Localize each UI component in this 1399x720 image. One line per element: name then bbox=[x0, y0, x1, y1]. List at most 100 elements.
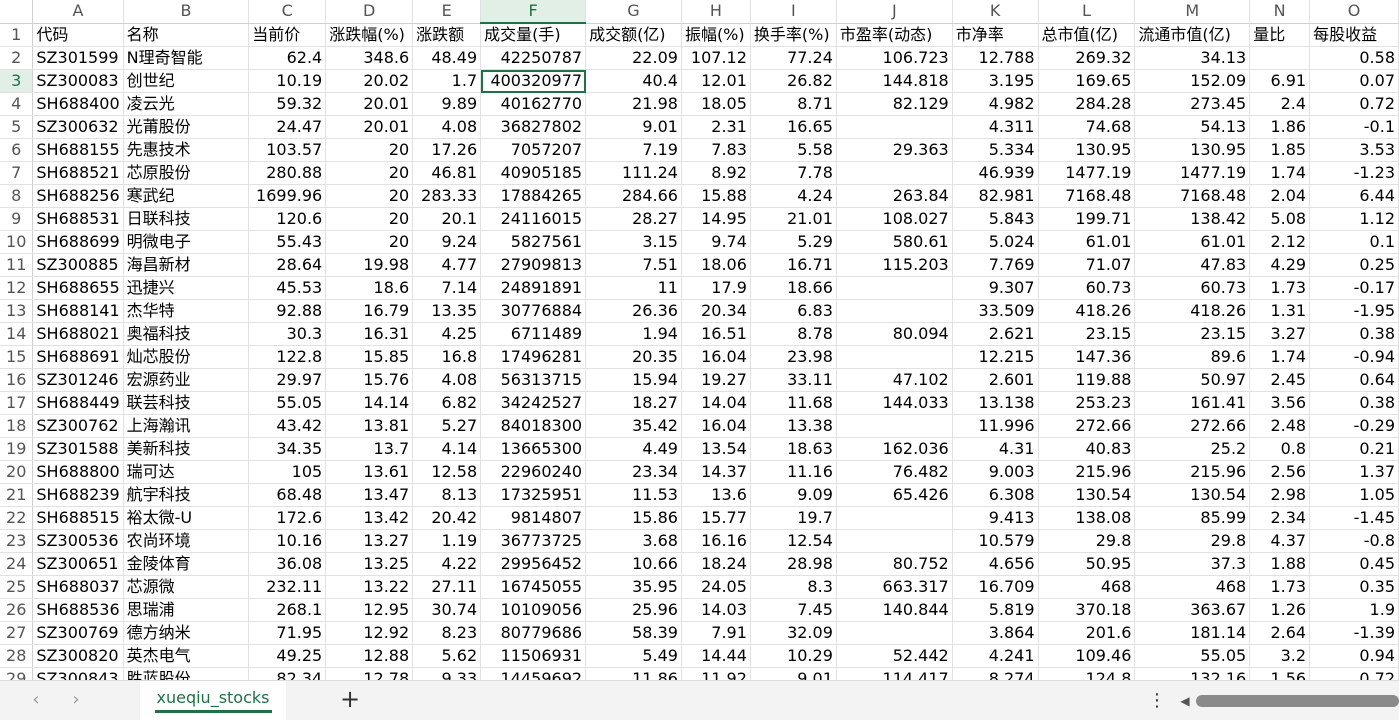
cell-m29[interactable]: 132.16 bbox=[1134, 667, 1251, 680]
cell-h10[interactable]: 9.74 bbox=[681, 230, 751, 254]
cell-a23[interactable]: SZ300536 bbox=[32, 529, 124, 553]
cell-e2[interactable]: 48.49 bbox=[412, 46, 482, 70]
cell-k14[interactable]: 2.621 bbox=[952, 322, 1039, 346]
cell-a6[interactable]: SH688155 bbox=[32, 138, 124, 162]
cell-b17[interactable]: 联芸科技 bbox=[123, 391, 250, 415]
row-header[interactable]: 13 bbox=[0, 299, 34, 323]
cell-g16[interactable]: 15.94 bbox=[585, 368, 682, 392]
cell-o29[interactable]: 0.72 bbox=[1309, 667, 1399, 680]
cell-g20[interactable]: 23.34 bbox=[585, 460, 682, 484]
cell-e20[interactable]: 12.58 bbox=[412, 460, 482, 484]
cell-i24[interactable]: 28.98 bbox=[750, 552, 837, 576]
cell-h20[interactable]: 14.37 bbox=[681, 460, 751, 484]
cell-k5[interactable]: 4.311 bbox=[952, 115, 1039, 139]
cell-i21[interactable]: 9.09 bbox=[750, 483, 837, 507]
cell-d25[interactable]: 13.22 bbox=[325, 575, 414, 599]
cell-n17[interactable]: 3.56 bbox=[1249, 391, 1311, 415]
column-header-b[interactable]: B bbox=[123, 0, 250, 24]
cell-i1[interactable]: 换手率(%) bbox=[750, 23, 837, 47]
cell-j18[interactable] bbox=[836, 414, 953, 438]
cell-h14[interactable]: 16.51 bbox=[681, 322, 751, 346]
cell-o19[interactable]: 0.21 bbox=[1309, 437, 1399, 461]
cell-h9[interactable]: 14.95 bbox=[681, 207, 751, 231]
cell-k16[interactable]: 2.601 bbox=[952, 368, 1039, 392]
cell-h13[interactable]: 20.34 bbox=[681, 299, 751, 323]
cell-k8[interactable]: 82.981 bbox=[952, 184, 1039, 208]
cell-a8[interactable]: SH688256 bbox=[32, 184, 124, 208]
cell-d29[interactable]: 12.78 bbox=[325, 667, 414, 680]
cell-m6[interactable]: 130.95 bbox=[1134, 138, 1251, 162]
cell-a24[interactable]: SZ300651 bbox=[32, 552, 124, 576]
cell-d12[interactable]: 18.6 bbox=[325, 276, 414, 300]
cell-f11[interactable]: 27909813 bbox=[480, 253, 587, 277]
cell-g2[interactable]: 22.09 bbox=[585, 46, 682, 70]
cell-b25[interactable]: 芯源微 bbox=[123, 575, 250, 599]
cell-a2[interactable]: SZ301599 bbox=[32, 46, 124, 70]
cell-a15[interactable]: SH688691 bbox=[32, 345, 124, 369]
cell-j17[interactable]: 144.033 bbox=[836, 391, 953, 415]
cell-i29[interactable]: 9.01 bbox=[750, 667, 837, 680]
cell-k6[interactable]: 5.334 bbox=[952, 138, 1039, 162]
cell-h15[interactable]: 16.04 bbox=[681, 345, 751, 369]
cell-f8[interactable]: 17884265 bbox=[480, 184, 587, 208]
cell-a18[interactable]: SZ300762 bbox=[32, 414, 124, 438]
cell-k1[interactable]: 市净率 bbox=[952, 23, 1039, 47]
cell-a27[interactable]: SZ300769 bbox=[32, 621, 124, 645]
cell-j25[interactable]: 663.317 bbox=[836, 575, 953, 599]
cell-e17[interactable]: 6.82 bbox=[412, 391, 482, 415]
cell-h25[interactable]: 24.05 bbox=[681, 575, 751, 599]
cell-j10[interactable]: 580.61 bbox=[836, 230, 953, 254]
cell-c9[interactable]: 120.6 bbox=[248, 207, 327, 231]
cell-h29[interactable]: 11.92 bbox=[681, 667, 751, 680]
cell-o25[interactable]: 0.35 bbox=[1309, 575, 1399, 599]
row-header[interactable]: 28 bbox=[0, 644, 34, 668]
cell-n14[interactable]: 3.27 bbox=[1249, 322, 1311, 346]
row-header[interactable]: 20 bbox=[0, 460, 34, 484]
cell-c12[interactable]: 45.53 bbox=[248, 276, 327, 300]
cell-o12[interactable]: -0.17 bbox=[1309, 276, 1399, 300]
cell-c3[interactable]: 10.19 bbox=[248, 69, 327, 93]
cell-k21[interactable]: 6.308 bbox=[952, 483, 1039, 507]
cell-m24[interactable]: 37.3 bbox=[1134, 552, 1251, 576]
cell-e10[interactable]: 9.24 bbox=[412, 230, 482, 254]
cell-g12[interactable]: 11 bbox=[585, 276, 682, 300]
cell-n19[interactable]: 0.8 bbox=[1249, 437, 1311, 461]
cell-n3[interactable]: 6.91 bbox=[1249, 69, 1311, 93]
cell-m28[interactable]: 55.05 bbox=[1134, 644, 1251, 668]
cell-o18[interactable]: -0.29 bbox=[1309, 414, 1399, 438]
cell-c16[interactable]: 29.97 bbox=[248, 368, 327, 392]
cell-c4[interactable]: 59.32 bbox=[248, 92, 327, 116]
cell-c6[interactable]: 103.57 bbox=[248, 138, 327, 162]
cell-g11[interactable]: 7.51 bbox=[585, 253, 682, 277]
cell-k7[interactable]: 46.939 bbox=[952, 161, 1039, 185]
cell-j19[interactable]: 162.036 bbox=[836, 437, 953, 461]
cell-e27[interactable]: 8.23 bbox=[412, 621, 482, 645]
cell-h23[interactable]: 16.16 bbox=[681, 529, 751, 553]
cell-b10[interactable]: 明微电子 bbox=[123, 230, 250, 254]
cell-a16[interactable]: SZ301246 bbox=[32, 368, 124, 392]
cell-l8[interactable]: 7168.48 bbox=[1038, 184, 1136, 208]
cell-d21[interactable]: 13.47 bbox=[325, 483, 414, 507]
cell-k26[interactable]: 5.819 bbox=[952, 598, 1039, 622]
cell-h4[interactable]: 18.05 bbox=[681, 92, 751, 116]
cell-k29[interactable]: 8.274 bbox=[952, 667, 1039, 680]
cell-b14[interactable]: 奥福科技 bbox=[123, 322, 250, 346]
cell-j4[interactable]: 82.129 bbox=[836, 92, 953, 116]
cell-l20[interactable]: 215.96 bbox=[1038, 460, 1136, 484]
cell-e29[interactable]: 9.33 bbox=[412, 667, 482, 680]
cell-a7[interactable]: SH688521 bbox=[32, 161, 124, 185]
cell-f16[interactable]: 56313715 bbox=[480, 368, 587, 392]
cell-h7[interactable]: 8.92 bbox=[681, 161, 751, 185]
cell-i19[interactable]: 18.63 bbox=[750, 437, 837, 461]
cell-j21[interactable]: 65.426 bbox=[836, 483, 953, 507]
cell-n27[interactable]: 2.64 bbox=[1249, 621, 1311, 645]
cell-k24[interactable]: 4.656 bbox=[952, 552, 1039, 576]
cell-d17[interactable]: 14.14 bbox=[325, 391, 414, 415]
cell-o26[interactable]: 1.9 bbox=[1309, 598, 1399, 622]
cell-j7[interactable] bbox=[836, 161, 953, 185]
cell-a1[interactable]: 代码 bbox=[32, 23, 124, 47]
cell-h28[interactable]: 14.44 bbox=[681, 644, 751, 668]
cell-c28[interactable]: 49.25 bbox=[248, 644, 327, 668]
cell-h27[interactable]: 7.91 bbox=[681, 621, 751, 645]
cell-e21[interactable]: 8.13 bbox=[412, 483, 482, 507]
